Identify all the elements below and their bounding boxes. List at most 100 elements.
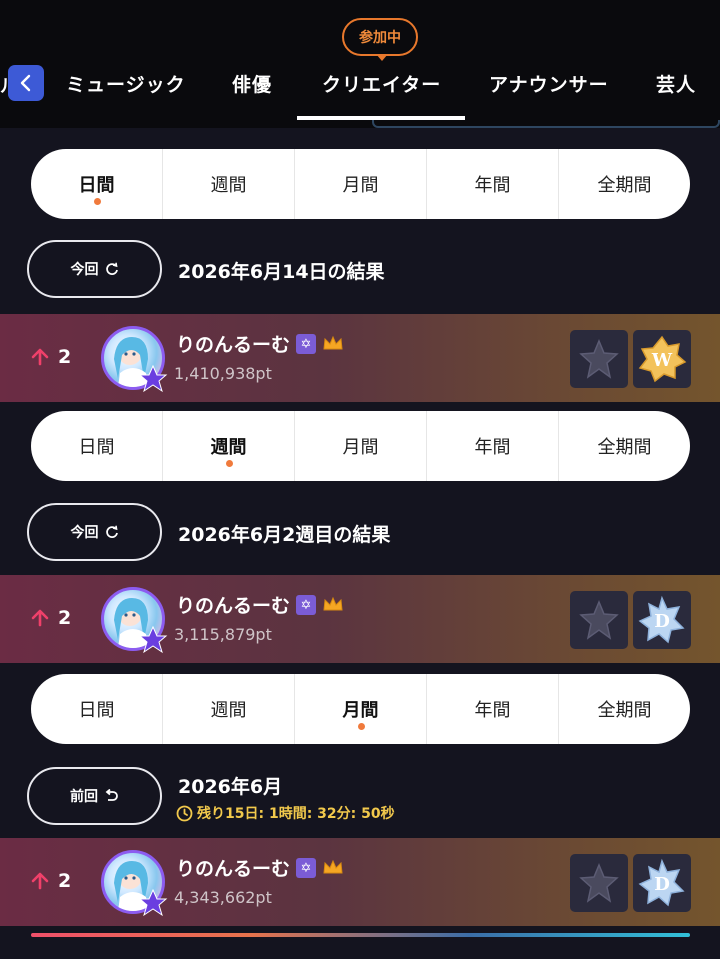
period-label: 全期間 — [597, 437, 652, 458]
undo-arrow-icon — [105, 789, 118, 801]
rank-change-value: 2 — [58, 607, 72, 629]
period-tab-weekly[interactable]: 週間 — [162, 411, 294, 481]
period-tab-monthly[interactable]: 月間 — [294, 149, 426, 219]
tab-music[interactable]: ミュージック — [66, 70, 186, 97]
ranking-card[interactable]: 2 りのんるーむ ✡ 3,115,879pt D — [0, 575, 720, 663]
points-value: 1,410,938pt — [174, 364, 272, 383]
creator-name[interactable]: りのんるーむ — [176, 330, 290, 357]
period-label: 週間 — [210, 700, 247, 721]
points-value: 3,115,879pt — [174, 625, 272, 644]
active-dot — [93, 198, 101, 205]
period-tab-weekly[interactable]: 週間 — [162, 674, 294, 744]
current-result-button[interactable]: 今回 — [27, 240, 162, 298]
star-medal-icon — [579, 863, 619, 903]
name-icons: ✡ — [296, 858, 344, 878]
period-tab-daily[interactable]: 日間 — [31, 411, 162, 481]
period-tab-all-time[interactable]: 全期間 — [558, 149, 690, 219]
blue-d-medal-icon: D — [638, 595, 685, 644]
creator-badge-icon — [138, 364, 168, 393]
period-label: 週間 — [210, 437, 247, 458]
result-button-label: 今回 — [70, 525, 99, 541]
refresh-icon — [105, 525, 118, 538]
rank-change: 2 — [30, 607, 71, 629]
star-medal-icon — [579, 600, 619, 640]
scroll-back-button[interactable] — [8, 65, 44, 101]
previous-result-button[interactable]: 前回 — [27, 767, 162, 825]
star-medal-icon — [579, 339, 619, 379]
period-tab-all-time[interactable]: 全期間 — [558, 674, 690, 744]
period-label: 全期間 — [597, 175, 652, 196]
join-badge: 参加中 — [342, 18, 418, 61]
tab-creator[interactable]: クリエイター — [322, 70, 441, 97]
creator-name[interactable]: りのんるーむ — [176, 854, 290, 881]
period-tab-yearly[interactable]: 年間 — [426, 674, 558, 744]
period-label: 週間 — [210, 175, 247, 196]
active-dot — [357, 723, 365, 730]
creator-name[interactable]: りのんるーむ — [176, 591, 290, 618]
name-icons: ✡ — [296, 334, 344, 354]
arrow-up-icon — [31, 348, 49, 366]
period-tab-monthly[interactable]: 月間 — [294, 411, 426, 481]
result-button-label: 前回 — [70, 789, 98, 805]
medal-slot[interactable]: D — [633, 854, 691, 912]
current-result-button[interactable]: 今回 — [27, 503, 162, 561]
medal-slot[interactable] — [570, 854, 628, 912]
chevron-left-icon — [20, 74, 31, 92]
period-label: 全期間 — [597, 700, 652, 721]
medal-letter: D — [654, 611, 670, 632]
nav-scrollbar[interactable] — [372, 120, 720, 128]
medal-letter: W — [651, 350, 673, 371]
refresh-icon — [105, 262, 118, 275]
period-tab-all-time[interactable]: 全期間 — [558, 411, 690, 481]
period-label: 年間 — [474, 700, 511, 721]
period-label: 日間 — [78, 700, 115, 721]
creator-badge-icon — [138, 888, 168, 917]
period-tab-yearly[interactable]: 年間 — [426, 411, 558, 481]
result-title: 2026年6月2週目の結果 — [178, 524, 391, 546]
period-label: 月間 — [342, 175, 379, 196]
period-tab-monthly[interactable]: 月間 — [294, 674, 426, 744]
period-label: 年間 — [474, 437, 511, 458]
rank-change: 2 — [30, 346, 71, 368]
category-nav: 参加中 ル ミュージック 俳優 クリエイター アナウンサー 芸人 — [0, 0, 720, 128]
gold-w-medal-icon: W — [638, 335, 687, 383]
countdown: 残り15日: 1時間: 32分: 50秒 — [176, 803, 395, 823]
result-title: 2026年6月 — [178, 776, 283, 798]
crown-icon — [323, 596, 343, 611]
clock-icon — [176, 805, 193, 821]
period-label: 日間 — [78, 175, 115, 196]
period-tabs: 日間 週間 月間 年間 全期間 — [31, 674, 690, 744]
medal-slot[interactable]: D — [633, 591, 691, 649]
crown-icon — [323, 859, 343, 874]
medal-slot[interactable]: W — [633, 330, 691, 388]
star-of-david-icon: ✡ — [296, 334, 316, 354]
medal-slot[interactable] — [570, 591, 628, 649]
result-button-label: 今回 — [70, 262, 99, 278]
period-tab-daily[interactable]: 日間 — [31, 674, 162, 744]
period-label: 月間 — [342, 700, 379, 721]
bottom-gradient-bar — [31, 933, 690, 937]
medal-slot[interactable] — [570, 330, 628, 388]
name-icons: ✡ — [296, 595, 344, 615]
period-tab-yearly[interactable]: 年間 — [426, 149, 558, 219]
period-tabs: 日間 週間 月間 年間 全期間 — [31, 149, 690, 219]
medal-letter: D — [654, 874, 670, 895]
rank-change-value: 2 — [58, 870, 72, 892]
creator-badge-icon — [138, 625, 168, 654]
period-label: 年間 — [474, 175, 511, 196]
tab-actor[interactable]: 俳優 — [232, 70, 272, 97]
arrow-up-icon — [31, 609, 49, 627]
tab-comedian[interactable]: 芸人 — [656, 70, 696, 97]
result-title: 2026年6月14日の結果 — [178, 261, 385, 283]
period-tab-weekly[interactable]: 週間 — [162, 149, 294, 219]
period-tab-daily[interactable]: 日間 — [31, 149, 162, 219]
active-dot — [225, 460, 233, 467]
ranking-card[interactable]: 2 りのんるーむ ✡ 4,343,662pt D — [0, 838, 720, 926]
tab-announcer[interactable]: アナウンサー — [489, 70, 609, 97]
period-label: 月間 — [342, 437, 379, 458]
period-label: 日間 — [78, 437, 115, 458]
countdown-text: 残り15日: 1時間: 32分: 50秒 — [197, 806, 395, 822]
rank-change-value: 2 — [58, 346, 72, 368]
ranking-card[interactable]: 2 りのんるーむ ✡ 1,410,938pt W — [0, 314, 720, 402]
period-tabs: 日間 週間 月間 年間 全期間 — [31, 411, 690, 481]
